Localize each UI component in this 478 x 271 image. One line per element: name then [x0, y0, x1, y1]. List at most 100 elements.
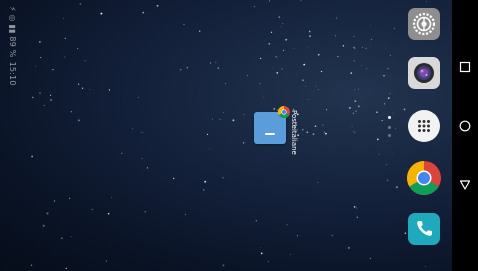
star — [50, 99, 52, 101]
phone-app-button[interactable] — [407, 212, 441, 246]
star — [358, 88, 359, 90]
recent-apps-icon[interactable] — [459, 61, 471, 73]
star — [353, 206, 356, 208]
star — [322, 124, 324, 126]
star — [365, 47, 367, 49]
star — [242, 142, 245, 144]
page-dot — [388, 134, 391, 137]
star — [254, 5, 256, 8]
star — [65, 267, 67, 270]
star — [267, 260, 269, 262]
app-drawer-icon — [408, 110, 440, 142]
star — [268, 42, 271, 45]
star — [357, 105, 360, 108]
star — [89, 88, 90, 90]
star — [186, 67, 188, 69]
star — [383, 75, 385, 77]
star — [272, 68, 273, 70]
star — [77, 119, 80, 122]
star — [286, 224, 288, 226]
star — [361, 64, 362, 66]
app-drawer-button[interactable] — [407, 109, 441, 143]
star — [336, 17, 338, 19]
star — [64, 56, 66, 58]
star — [317, 182, 319, 183]
star — [64, 37, 66, 39]
star — [270, 31, 273, 33]
star — [303, 63, 306, 66]
star — [282, 49, 285, 52]
star — [202, 189, 205, 191]
star — [353, 46, 355, 49]
star — [217, 67, 220, 69]
star — [384, 103, 386, 105]
star — [246, 75, 248, 77]
settings-app-button[interactable] — [407, 7, 441, 41]
home-icon[interactable] — [459, 120, 471, 132]
star — [255, 220, 257, 222]
star — [105, 260, 107, 262]
star — [307, 99, 309, 100]
star — [32, 96, 34, 99]
star — [351, 125, 353, 127]
star — [42, 224, 45, 227]
star — [222, 177, 224, 179]
star — [107, 212, 110, 215]
star — [212, 118, 213, 120]
star — [389, 92, 391, 94]
app-shortcut-posteitaliane[interactable]: Posteitaliane — [254, 106, 304, 155]
star — [121, 152, 123, 155]
star — [81, 87, 84, 89]
settings-gear-icon — [408, 8, 440, 40]
star — [111, 196, 112, 198]
star — [352, 130, 354, 132]
star — [386, 164, 388, 166]
star — [389, 54, 391, 56]
star — [337, 56, 339, 58]
star — [350, 72, 353, 74]
page-dot — [388, 126, 391, 129]
star — [276, 72, 279, 74]
star — [173, 177, 175, 180]
star — [61, 237, 63, 239]
star — [387, 97, 390, 99]
star — [376, 111, 378, 113]
star — [317, 89, 319, 91]
star — [39, 41, 41, 43]
star — [108, 89, 111, 91]
star — [356, 216, 358, 218]
star — [259, 57, 262, 60]
star — [132, 128, 134, 129]
star — [142, 11, 145, 14]
star — [84, 60, 86, 62]
star — [308, 30, 311, 33]
star — [352, 112, 355, 115]
star — [268, 0, 270, 2]
star — [324, 132, 327, 135]
star — [141, 158, 143, 159]
status-icons: ⚡ ◎ ▮▮ 89 % — [8, 6, 17, 58]
starry-wallpaper — [30, 0, 427, 270]
star — [209, 62, 212, 64]
status-bar: ⚡ ◎ ▮▮ 89 % 15:10 — [0, 0, 30, 271]
star — [349, 107, 351, 109]
star — [323, 131, 326, 133]
star — [320, 70, 323, 73]
back-icon[interactable] — [459, 179, 471, 191]
chrome-icon — [407, 161, 441, 195]
star — [381, 120, 383, 122]
star — [354, 131, 356, 133]
star — [215, 61, 217, 63]
star — [63, 18, 65, 19]
star — [305, 85, 307, 87]
chrome-app-button[interactable] — [407, 161, 441, 195]
star — [326, 109, 328, 111]
page-dot-active — [388, 116, 391, 119]
star — [209, 148, 210, 150]
star — [312, 133, 315, 135]
page-indicator — [388, 116, 392, 146]
star — [260, 247, 262, 248]
star — [334, 35, 337, 37]
camera-app-button[interactable] — [407, 56, 441, 90]
star — [285, 38, 288, 41]
